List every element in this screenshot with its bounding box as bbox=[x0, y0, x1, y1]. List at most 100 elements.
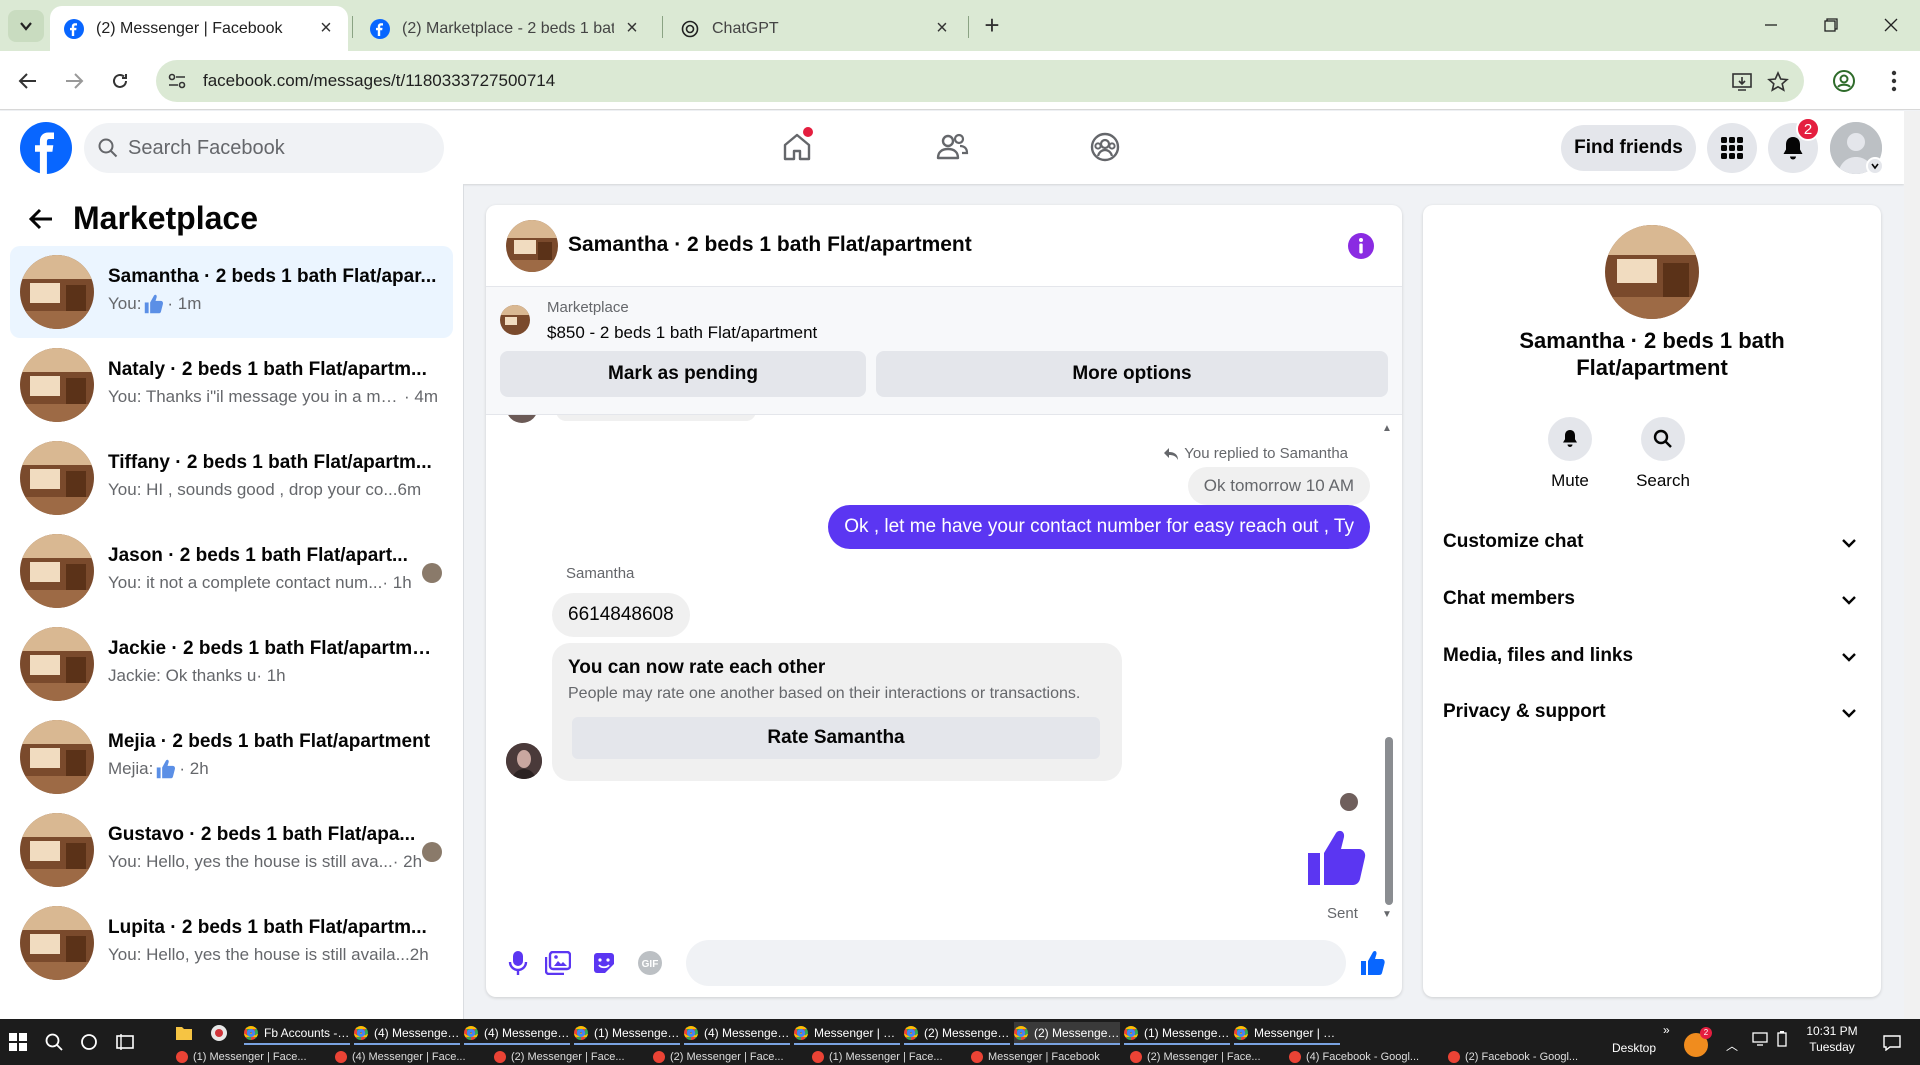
groups-nav-button[interactable] bbox=[1083, 127, 1127, 167]
conversation-item[interactable]: Samantha · 2 beds 1 bath Flat/apar... You… bbox=[10, 246, 453, 338]
conversation-item[interactable]: Tiffany · 2 beds 1 bath Flat/apartm... Yo… bbox=[10, 432, 453, 524]
taskbar-window-button[interactable]: Messenger | Face... bbox=[794, 1022, 900, 1044]
taskbar-window-button[interactable]: Fb Accounts - G... bbox=[244, 1022, 350, 1044]
search-input[interactable] bbox=[128, 123, 428, 173]
close-tab-icon[interactable]: × bbox=[932, 17, 952, 39]
mark-as-pending-button[interactable]: Mark as pending bbox=[500, 351, 866, 397]
conversation-item[interactable]: Jason · 2 beds 1 bath Flat/apart... You: … bbox=[10, 525, 453, 617]
voice-clip-button[interactable] bbox=[504, 949, 532, 977]
info-icon[interactable] bbox=[1346, 231, 1376, 261]
conversation-item[interactable]: Gustavo · 2 beds 1 bath Flat/apa... You: … bbox=[10, 804, 453, 896]
close-tab-icon[interactable]: × bbox=[622, 17, 642, 39]
taskbar-window-button[interactable]: (2) Messenger | Face... bbox=[653, 1049, 803, 1065]
taskbar-window-button[interactable]: (4) Messenger | Face... bbox=[335, 1049, 485, 1065]
taskbar-overflow-chevron-icon[interactable]: » bbox=[1663, 1023, 1670, 1037]
more-options-button[interactable]: More options bbox=[876, 351, 1388, 397]
task-view-button[interactable] bbox=[113, 1030, 137, 1054]
taskbar-search-button[interactable] bbox=[42, 1030, 66, 1054]
forward-button[interactable] bbox=[58, 65, 90, 97]
close-window-button[interactable] bbox=[1871, 10, 1911, 40]
taskbar-window-button[interactable]: (2) Messenger | F... bbox=[1014, 1022, 1120, 1044]
chat-scrollbar-thumb[interactable] bbox=[1385, 737, 1393, 905]
conversation-item[interactable]: Nataly · 2 beds 1 bath Flat/apartm... You… bbox=[10, 339, 453, 431]
tab-messenger[interactable]: (2) Messenger | Facebook × bbox=[50, 6, 348, 51]
restore-button[interactable] bbox=[1811, 10, 1851, 40]
facebook-search[interactable] bbox=[84, 123, 444, 173]
outgoing-message[interactable]: Ok , let me have your contact number for… bbox=[828, 505, 1370, 549]
install-app-icon[interactable] bbox=[1730, 70, 1754, 94]
taskbar-window-button[interactable]: (1) Messenger | Face... bbox=[812, 1049, 962, 1065]
conversation-item[interactable]: Lupita · 2 beds 1 bath Flat/apartm... You… bbox=[10, 897, 453, 989]
chat-avatar[interactable] bbox=[506, 220, 558, 272]
chat-members-section[interactable]: Chat members bbox=[1431, 574, 1873, 626]
bookmark-star-icon[interactable] bbox=[1766, 70, 1790, 94]
media-files-links-section[interactable]: Media, files and links bbox=[1431, 631, 1873, 683]
mute-action[interactable]: Mute bbox=[1530, 417, 1610, 491]
tab-marketplace[interactable]: (2) Marketplace - 2 beds 1 bath × bbox=[356, 6, 654, 51]
friends-nav-button[interactable] bbox=[930, 127, 974, 167]
url-text[interactable]: facebook.com/messages/t/1180333727500714 bbox=[203, 71, 555, 91]
taskbar-window-button[interactable]: (2) Messenger | F... bbox=[904, 1022, 1010, 1044]
profile-account-icon[interactable] bbox=[1828, 65, 1860, 97]
sticker-button[interactable] bbox=[590, 949, 618, 977]
incoming-message[interactable]: 6614848608 bbox=[552, 593, 690, 637]
taskbar-window-button[interactable]: Messenger | Face... bbox=[1234, 1022, 1340, 1044]
minimize-button[interactable] bbox=[1751, 10, 1791, 40]
address-bar[interactable]: facebook.com/messages/t/1180333727500714 bbox=[156, 60, 1804, 102]
taskbar-window-button[interactable]: (4) Messenger | F... bbox=[354, 1022, 460, 1044]
taskbar-window-button[interactable]: (1) Messenger | F... bbox=[574, 1022, 680, 1044]
scroll-up-arrow-icon[interactable]: ▲ bbox=[1382, 423, 1392, 434]
facebook-logo-icon[interactable] bbox=[20, 122, 72, 174]
rate-user-button[interactable]: Rate Samantha bbox=[572, 717, 1100, 759]
cortana-button[interactable] bbox=[77, 1030, 101, 1054]
send-like-button[interactable] bbox=[1359, 949, 1387, 977]
message-input[interactable] bbox=[702, 940, 1282, 986]
menu-button[interactable] bbox=[1707, 123, 1757, 173]
battery-icon[interactable] bbox=[1770, 1027, 1794, 1051]
site-settings-icon[interactable] bbox=[166, 70, 188, 92]
taskbar-window-button[interactable]: (4) Messenger | F... bbox=[684, 1022, 790, 1044]
notifications-button[interactable]: 2 bbox=[1768, 117, 1820, 173]
taskbar-window-button[interactable]: (2) Facebook - Googl... bbox=[1448, 1049, 1598, 1065]
reload-button[interactable] bbox=[104, 65, 136, 97]
taskbar-window-button[interactable]: Messenger | Facebook bbox=[971, 1049, 1121, 1065]
taskbar-window-button[interactable]: (1) Messenger | F... bbox=[1124, 1022, 1230, 1044]
file-explorer-icon[interactable] bbox=[172, 1021, 196, 1045]
scroll-down-arrow-icon[interactable]: ▼ bbox=[1382, 909, 1392, 920]
conversation-item[interactable]: Jackie · 2 beds 1 bath Flat/apartme... Ja… bbox=[10, 618, 453, 710]
tab-search-button[interactable] bbox=[8, 10, 44, 42]
app-icon[interactable] bbox=[207, 1021, 231, 1045]
listing-thumbnail[interactable] bbox=[500, 305, 530, 335]
attach-photo-button[interactable] bbox=[544, 949, 572, 977]
action-center-icon[interactable] bbox=[1880, 1031, 1904, 1055]
home-nav-button[interactable] bbox=[775, 127, 819, 167]
find-friends-button[interactable]: Find friends bbox=[1561, 125, 1696, 171]
start-button[interactable] bbox=[6, 1030, 30, 1054]
gif-button[interactable]: GIF bbox=[636, 949, 664, 977]
system-clock[interactable]: 10:31 PM Tuesday bbox=[1800, 1023, 1864, 1055]
sender-avatar[interactable] bbox=[506, 743, 542, 779]
taskbar-window-button[interactable]: (2) Messenger | Face... bbox=[494, 1049, 644, 1065]
chat-title[interactable]: Samantha · 2 beds 1 bath Flat/apartment bbox=[568, 233, 972, 257]
page-scrollbar[interactable] bbox=[1904, 111, 1920, 1019]
quoted-message[interactable]: Ok tomorrow 10 AM bbox=[1187, 467, 1370, 505]
message-input-box[interactable] bbox=[686, 940, 1346, 986]
back-arrow-icon[interactable] bbox=[26, 204, 56, 234]
taskbar-window-button[interactable]: (4) Messenger | F... bbox=[464, 1022, 570, 1044]
back-button[interactable] bbox=[12, 65, 44, 97]
customize-chat-section[interactable]: Customize chat bbox=[1431, 517, 1873, 569]
tab-chatgpt[interactable]: ChatGPT × bbox=[666, 6, 964, 51]
network-icon[interactable] bbox=[1748, 1027, 1772, 1051]
listing-price-title[interactable]: $850 - 2 beds 1 bath Flat/apartment bbox=[547, 323, 817, 343]
tray-expand-chevron-icon[interactable]: ︿ bbox=[1726, 1037, 1738, 1054]
privacy-support-section[interactable]: Privacy & support bbox=[1431, 687, 1873, 739]
taskbar-window-button[interactable]: (2) Messenger | Face... bbox=[1130, 1049, 1280, 1065]
account-menu-chevron-icon[interactable] bbox=[1866, 157, 1884, 175]
close-tab-icon[interactable]: × bbox=[316, 17, 336, 39]
search-action[interactable]: Search bbox=[1623, 417, 1703, 491]
new-tab-button[interactable]: + bbox=[978, 12, 1006, 40]
conversation-item[interactable]: Mejia · 2 beds 1 bath Flat/apartment Meji… bbox=[10, 711, 453, 803]
info-avatar[interactable] bbox=[1605, 225, 1699, 319]
desktop-toolbar-label[interactable]: Desktop bbox=[1612, 1041, 1656, 1055]
browser-menu-icon[interactable] bbox=[1878, 65, 1910, 97]
